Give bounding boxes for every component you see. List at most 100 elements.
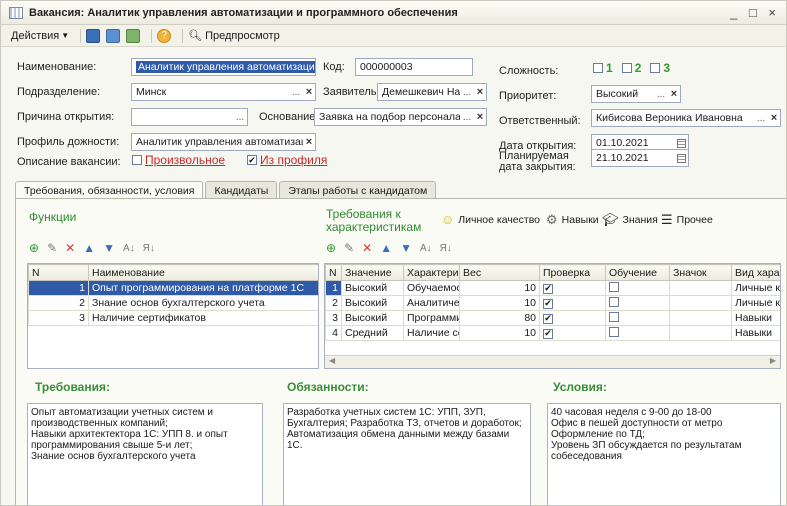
row-training[interactable] bbox=[605, 280, 670, 296]
responsible-select-button[interactable]: ... bbox=[754, 110, 768, 126]
priority-clear-icon[interactable]: × bbox=[668, 86, 680, 102]
sort-desc-icon[interactable]: Я↓ bbox=[440, 243, 452, 254]
applicant-select-button[interactable]: ... bbox=[460, 84, 474, 100]
training-checkbox[interactable] bbox=[609, 281, 619, 292]
complexity-checkbox-3[interactable] bbox=[650, 63, 661, 73]
applicant-field[interactable]: Демешкевич Нат... × bbox=[377, 83, 487, 101]
row-check[interactable]: ✔ bbox=[539, 295, 606, 311]
applicant-clear-icon[interactable]: × bbox=[474, 84, 486, 100]
row-check[interactable]: ✔ bbox=[539, 280, 606, 296]
move-down-icon[interactable]: ▼ bbox=[103, 241, 115, 255]
check-checkbox[interactable]: ✔ bbox=[543, 328, 553, 339]
responsible-clear-icon[interactable]: × bbox=[768, 110, 780, 126]
col-characteristic[interactable]: Характерис... bbox=[403, 264, 460, 281]
training-checkbox[interactable] bbox=[609, 296, 619, 307]
row-kind: Навыки bbox=[731, 310, 780, 326]
scroll-left-icon[interactable]: ◀ bbox=[329, 356, 335, 365]
check-checkbox[interactable]: ✔ bbox=[543, 283, 553, 294]
table-row[interactable]: 2 Знание основ бухгалтерского учета bbox=[28, 295, 318, 311]
edit-icon[interactable]: ✎ bbox=[47, 241, 57, 255]
col-check[interactable]: Проверка bbox=[539, 264, 606, 281]
row-training[interactable] bbox=[605, 310, 670, 326]
table-row[interactable]: 1 Опыт программирования на платформе 1С bbox=[28, 280, 318, 296]
desc-free-link[interactable]: Произвольное bbox=[145, 153, 225, 167]
col-weight[interactable]: Вес bbox=[459, 264, 540, 281]
profile-field[interactable]: Аналитик управления автоматизац × bbox=[131, 133, 316, 151]
division-clear-icon[interactable]: × bbox=[303, 84, 315, 100]
description-label: Описание вакансии: bbox=[17, 156, 121, 168]
desc-profile-option[interactable]: ✔ Из профиля bbox=[247, 153, 327, 167]
requirements-textarea[interactable]: Опыт автоматизации учетных систем и прои… bbox=[27, 403, 263, 505]
reason-select-button[interactable]: ... bbox=[233, 109, 247, 125]
table-row[interactable]: 3 Наличие сертификатов bbox=[28, 310, 318, 326]
check-checkbox[interactable]: ✔ bbox=[543, 298, 553, 309]
help-button[interactable]: ? bbox=[157, 28, 172, 43]
col-value[interactable]: Значение bbox=[341, 264, 404, 281]
responsible-field[interactable]: Кибисова Вероника Ивановна... × bbox=[591, 109, 781, 127]
desc-free-option[interactable]: Произвольное bbox=[132, 153, 225, 167]
complexity-checkbox-2[interactable] bbox=[621, 63, 632, 73]
division-select-button[interactable]: ... bbox=[289, 84, 303, 100]
sort-desc-icon[interactable]: Я↓ bbox=[143, 243, 155, 254]
legend-other-label: Прочее bbox=[676, 214, 713, 226]
reason-field[interactable]: ... bbox=[131, 108, 248, 126]
calendar-icon[interactable] bbox=[674, 150, 688, 166]
edit-icon[interactable]: ✎ bbox=[344, 241, 354, 255]
priority-select-button[interactable]: ... bbox=[654, 86, 668, 102]
legend-personal: ☺ Личное качество bbox=[441, 212, 540, 227]
move-up-icon[interactable]: ▲ bbox=[83, 241, 95, 255]
tab-stages[interactable]: Этапы работы с кандидатом bbox=[279, 181, 437, 199]
name-field[interactable]: Аналитик управления автоматизации и п bbox=[131, 58, 316, 76]
horizontal-scrollbar[interactable]: ◀ ▶ bbox=[325, 355, 780, 368]
check-checkbox[interactable]: ✔ bbox=[543, 313, 553, 324]
row-training[interactable] bbox=[605, 325, 670, 341]
training-checkbox[interactable] bbox=[609, 311, 619, 322]
desc-profile-checkbox[interactable]: ✔ bbox=[247, 155, 257, 165]
code-field[interactable]: 000000003 bbox=[355, 58, 473, 76]
table-row[interactable]: 2ВысокийАналитичес...10✔ Личные ка bbox=[325, 295, 780, 311]
profile-value: Аналитик управления автоматизац bbox=[136, 136, 303, 148]
move-up-icon[interactable]: ▲ bbox=[380, 241, 392, 255]
basis-select-button[interactable]: ... bbox=[460, 109, 474, 125]
row-check[interactable]: ✔ bbox=[539, 310, 606, 326]
desc-free-checkbox[interactable] bbox=[132, 155, 142, 165]
tab-candidates[interactable]: Кандидаты bbox=[205, 181, 278, 199]
complexity-checkbox-1[interactable] bbox=[593, 63, 603, 73]
delete-icon[interactable]: ✕ bbox=[362, 241, 372, 255]
add-icon[interactable]: ⊕ bbox=[326, 241, 336, 255]
priority-field[interactable]: Высокий... × bbox=[591, 85, 681, 103]
table-row[interactable]: 1ВысокийОбучаемос...10✔ Личные ка bbox=[325, 280, 780, 296]
close-date-field[interactable]: 21.10.2021 bbox=[591, 149, 689, 167]
col-kind[interactable]: Вид характ bbox=[731, 264, 780, 281]
col-n[interactable]: N bbox=[28, 264, 89, 281]
training-checkbox[interactable] bbox=[609, 326, 619, 337]
table-row[interactable]: 3ВысокийПрограмми...80✔ Навыки bbox=[325, 310, 780, 326]
save-button[interactable] bbox=[106, 28, 121, 43]
col-n[interactable]: N bbox=[325, 264, 342, 281]
division-field[interactable]: Минск... × bbox=[131, 83, 316, 101]
basis-clear-icon[interactable]: × bbox=[474, 109, 486, 125]
profile-clear-icon[interactable]: × bbox=[303, 134, 315, 150]
window-controls[interactable]: _ □ × bbox=[730, 5, 780, 20]
add-icon[interactable]: ⊕ bbox=[29, 241, 39, 255]
actions-menu[interactable]: Действия ▼ bbox=[11, 30, 69, 42]
sort-asc-icon[interactable]: A↓ bbox=[123, 243, 135, 254]
sort-asc-icon[interactable]: A↓ bbox=[420, 243, 432, 254]
conditions-textarea[interactable]: 40 часовая неделя с 9-00 до 18-00 Офис в… bbox=[547, 403, 781, 505]
conditions-title: Условия: bbox=[553, 380, 607, 394]
delete-icon[interactable]: ✕ bbox=[65, 241, 75, 255]
move-down-icon[interactable]: ▼ bbox=[400, 241, 412, 255]
preview-button[interactable]: 🔍︎ Предпросмотр bbox=[188, 29, 280, 43]
row-training[interactable] bbox=[605, 295, 670, 311]
refresh-button[interactable] bbox=[126, 28, 141, 43]
table-row[interactable]: 4СреднийНаличие се...10✔ Навыки bbox=[325, 325, 780, 341]
basis-field[interactable]: Заявка на подбор персонала 000...× bbox=[314, 108, 487, 126]
save-close-button[interactable] bbox=[86, 28, 101, 43]
row-check[interactable]: ✔ bbox=[539, 325, 606, 341]
scroll-right-icon[interactable]: ▶ bbox=[770, 356, 776, 365]
col-training[interactable]: Обучение bbox=[605, 264, 670, 281]
col-name[interactable]: Наименование bbox=[88, 264, 318, 281]
duties-textarea[interactable]: Разработка учетных систем 1С: УПП, ЗУП, … bbox=[283, 403, 531, 505]
desc-profile-link[interactable]: Из профиля bbox=[260, 153, 327, 167]
col-icon[interactable]: Значок bbox=[669, 264, 732, 281]
